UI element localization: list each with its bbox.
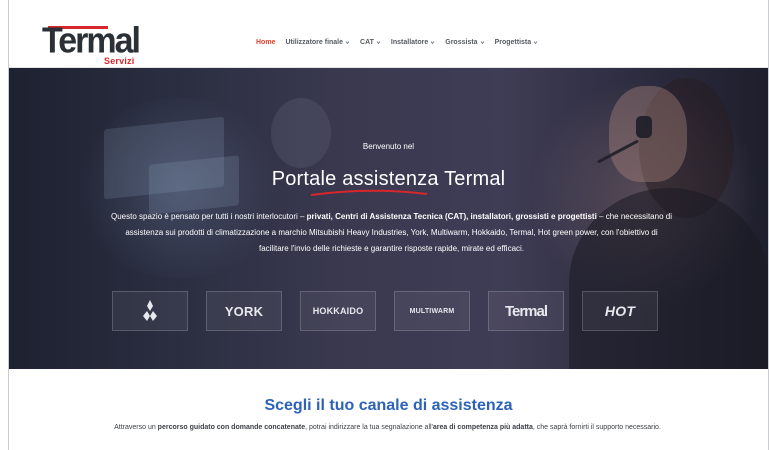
- brand-text: YORK: [224, 303, 264, 319]
- brand-logo-multiwarm[interactable]: MULTIWARM: [394, 291, 470, 331]
- nav-label: Installatore: [390, 39, 429, 46]
- nav-label: Home: [256, 39, 276, 46]
- brand-logos-row: YORK HOKKAIDO MULTIWARM Termal HOT: [112, 291, 659, 331]
- nav-item-installatore[interactable]: Installatore: [391, 39, 435, 46]
- mitsubishi-diamonds-icon: [143, 300, 157, 321]
- nav-item-cat[interactable]: CAT: [360, 39, 381, 46]
- nav-item-utilizzatore-finale[interactable]: Utilizzatore finale: [285, 39, 350, 46]
- brand-text: HOKKAIDO: [312, 306, 364, 316]
- nav-item-home[interactable]: Home: [256, 39, 275, 46]
- logo-wordmark: Termal: [42, 21, 141, 61]
- section-text-part: , potrai indirizzare la tua segnalazione…: [305, 424, 433, 431]
- section-text-part: Attraverso un: [114, 424, 158, 431]
- hero-background-person: [271, 98, 331, 168]
- chevron-down-icon: [480, 41, 484, 45]
- hero-text-part: Questo spazio è pensato per tutti i nost…: [111, 212, 307, 221]
- logo-subtext: Servizi: [104, 56, 135, 66]
- chevron-down-icon: [533, 41, 538, 45]
- brand-logo-termal[interactable]: Termal: [488, 291, 564, 331]
- brand-text: Termal: [504, 302, 548, 320]
- chevron-down-icon: [376, 41, 381, 45]
- brand-text: HOT: [604, 303, 636, 319]
- nav-item-grossista[interactable]: Grossista: [445, 39, 484, 46]
- browser-frame: Termal Servizi Home Utilizzatore finale …: [0, 0, 769, 450]
- hero-title: Portale assistenza Termal: [271, 168, 506, 190]
- brand-logo-mitsubishi[interactable]: [112, 291, 188, 331]
- nav-label: CAT: [360, 39, 374, 46]
- hero-text-bold: privati, Centri di Assistenza Tecnica (C…: [306, 212, 597, 221]
- nav-label: Progettista: [494, 39, 532, 46]
- brand-logo-york[interactable]: YORK: [206, 291, 282, 331]
- section-description: Attraverso un percorso guidato con doman…: [107, 421, 668, 435]
- main-nav: Home Utilizzatore finale CAT Installator…: [256, 39, 538, 46]
- section-title: Scegli il tuo canale di assistenza: [264, 397, 513, 414]
- hero-banner: Benvenuto nel Portale assistenza Termal …: [9, 68, 768, 369]
- title-underline-swoosh: [310, 189, 428, 196]
- nav-label: Grossista: [445, 39, 478, 46]
- brand-logo-hokkaido[interactable]: HOKKAIDO: [300, 291, 376, 331]
- support-channel-section: Scegli il tuo canale di assistenza Attra…: [9, 369, 768, 450]
- headset-icon: [636, 116, 652, 138]
- section-text-bold: area di competenza più adatta: [432, 424, 533, 431]
- termal-logo[interactable]: Termal Servizi: [42, 14, 152, 66]
- chevron-down-icon: [345, 41, 350, 45]
- nav-item-progettista[interactable]: Progettista: [495, 39, 539, 46]
- brand-text: MULTIWARM: [409, 307, 455, 315]
- site-header: Termal Servizi Home Utilizzatore finale …: [9, 0, 768, 68]
- section-text-part: , che saprà fornirti il supporto necessa…: [532, 424, 661, 431]
- chevron-down-icon: [430, 41, 435, 45]
- brand-logo-hot-green-power[interactable]: HOT: [582, 291, 658, 331]
- hero-description: Questo spazio è pensato per tutti i nost…: [111, 209, 672, 257]
- section-text-bold: percorso guidato con domande concatenate: [157, 424, 306, 431]
- hero-welcome-text: Benvenuto nel: [362, 142, 415, 151]
- nav-label: Utilizzatore finale: [285, 39, 344, 46]
